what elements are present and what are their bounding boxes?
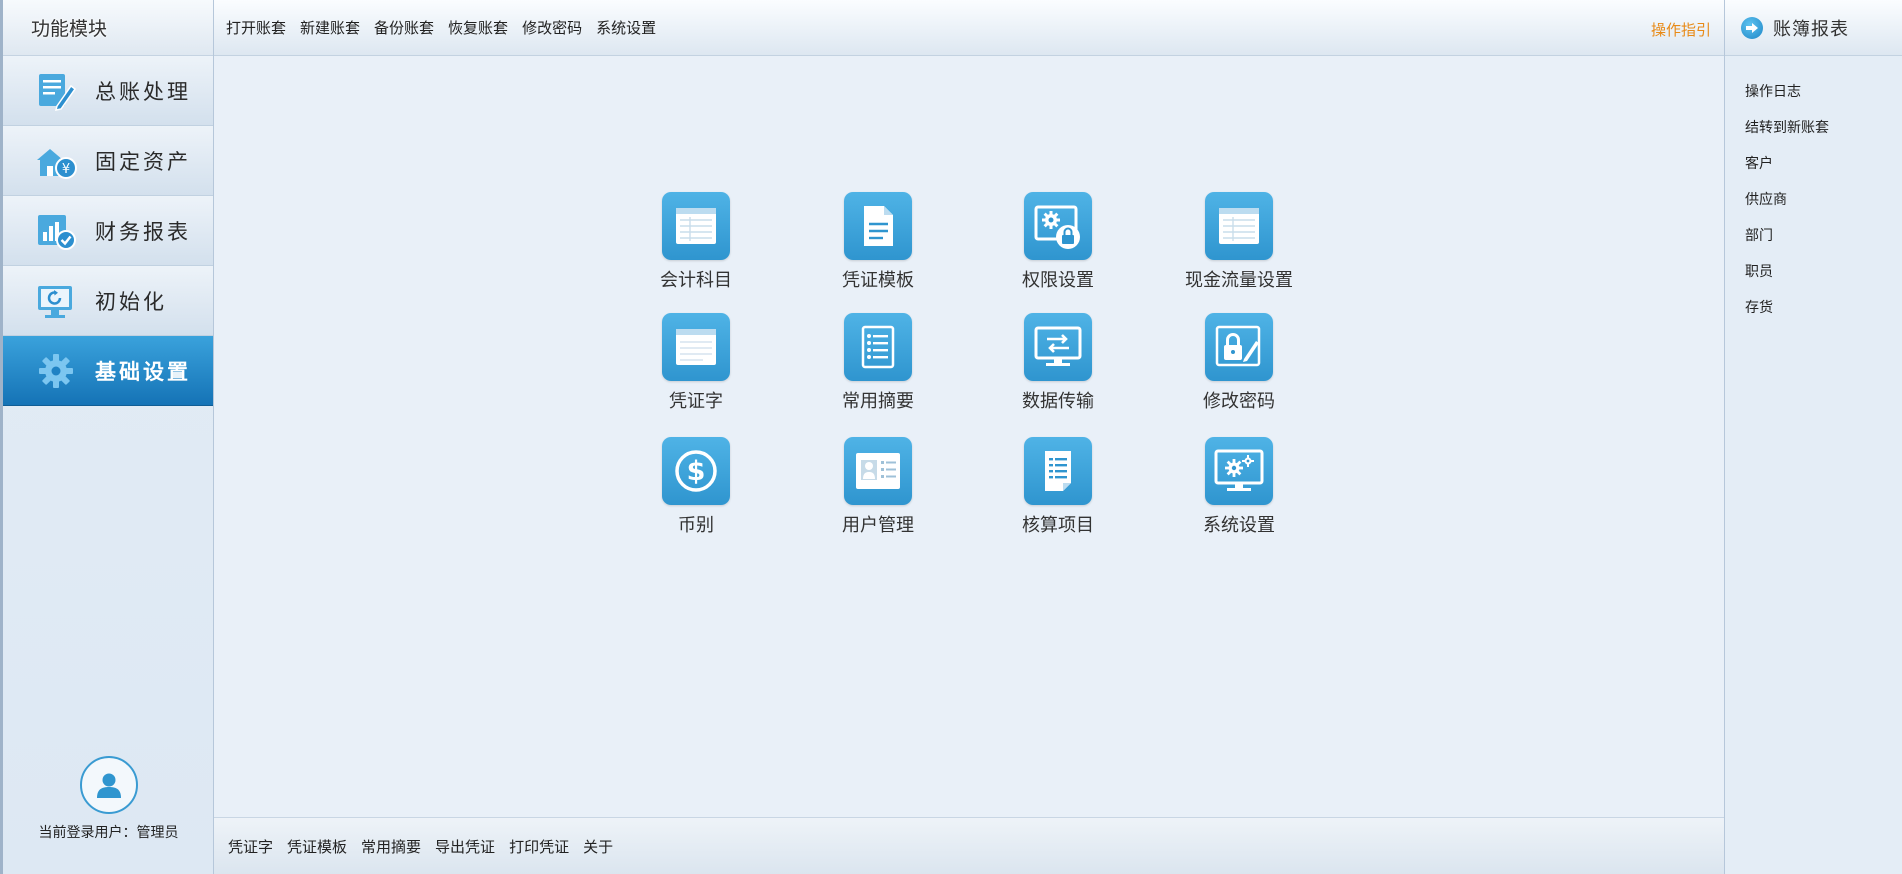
tile-permission-settings[interactable]: 权限设置 (988, 192, 1128, 302)
bottom-voucher-template[interactable]: 凭证模板 (287, 836, 347, 857)
top-toolbar: 打开账套 新建账套 备份账套 恢复账套 修改密码 系统设置 操作指引 (214, 0, 1724, 56)
tile-label: 现金流量设置 (1185, 270, 1293, 291)
tile-cashflow-settings[interactable]: 现金流量设置 (1169, 192, 1309, 302)
right-panel-title: 账簿报表 (1773, 18, 1849, 40)
operation-guide-link[interactable]: 操作指引 (1651, 19, 1711, 40)
tile-currency[interactable]: $ 币别 (626, 437, 766, 547)
module-basic-settings[interactable]: 基础设置 (3, 336, 213, 406)
avatar[interactable] (79, 756, 138, 814)
tile-label: 用户管理 (842, 515, 914, 536)
rp-item-supplier[interactable]: 供应商 (1745, 182, 1902, 218)
right-panel: 账簿报表 操作日志 结转到新账套 客户 供应商 部门 职员 存货 (1724, 0, 1902, 874)
password-lock-icon (1205, 313, 1273, 381)
user-icon (96, 773, 121, 798)
module-initialization[interactable]: 初始化 (3, 266, 213, 336)
tile-data-transfer[interactable]: 数据传输 (988, 313, 1128, 423)
function-grid: 会计科目 凭证模板 权限设置 现金流量设置 凭证字 常用摘要 数据传输 修改密码… (214, 57, 1724, 817)
fixed-asset-icon: ¥ (33, 138, 79, 184)
tile-voucher-word[interactable]: 凭证字 (626, 313, 766, 423)
tile-label: 常用摘要 (842, 391, 914, 412)
tile-label: 凭证模板 (842, 270, 914, 291)
ledger-edit-icon (33, 68, 79, 114)
rp-item-customer[interactable]: 客户 (1745, 146, 1902, 182)
module-label: 财务报表 (95, 219, 191, 244)
bottom-print-voucher[interactable]: 打印凭证 (509, 836, 569, 857)
tile-common-summary[interactable]: 常用摘要 (808, 313, 948, 423)
module-general-ledger[interactable]: 总账处理 (3, 56, 213, 126)
data-transfer-icon (1024, 313, 1092, 381)
voucher-template-icon (844, 192, 912, 260)
right-panel-header[interactable]: 账簿报表 (1725, 0, 1902, 56)
current-user-label: 当前登录用户：管理员 (38, 825, 179, 841)
toolbar-new-account-set[interactable]: 新建账套 (300, 17, 360, 38)
report-chart-icon (33, 208, 79, 254)
voucher-word-icon (662, 313, 730, 381)
module-label: 基础设置 (95, 358, 191, 384)
tile-label: 凭证字 (669, 391, 723, 412)
tile-account-subjects[interactable]: 会计科目 (626, 192, 766, 302)
bottom-voucher-word[interactable]: 凭证字 (228, 836, 273, 857)
module-financial-reports[interactable]: 财务报表 (3, 196, 213, 266)
bottom-toolbar: 凭证字 凭证模板 常用摘要 导出凭证 打印凭证 关于 (214, 817, 1724, 874)
system-settings-icon (1205, 437, 1273, 505)
tile-label: 修改密码 (1203, 391, 1275, 412)
sidebar-title: 功能模块 (31, 18, 108, 40)
currency-icon: $ (662, 437, 730, 505)
bottom-about[interactable]: 关于 (583, 836, 613, 857)
tile-label: 会计科目 (660, 270, 732, 291)
rp-item-employee[interactable]: 职员 (1745, 254, 1902, 290)
bottom-common-summary[interactable]: 常用摘要 (361, 836, 421, 857)
arrow-right-icon (1741, 16, 1763, 39)
summary-list-icon (844, 313, 912, 381)
sidebar-header: 功能模块 (3, 0, 213, 56)
sidebar: 功能模块 总账处理 ¥ 固定资产 财务报表 初始化 基础设置 当前登录用户：管理… (0, 0, 214, 874)
gear-icon (33, 348, 79, 394)
bottom-export-voucher[interactable]: 导出凭证 (435, 836, 495, 857)
permission-lock-icon (1024, 192, 1092, 260)
tile-system-settings[interactable]: 系统设置 (1169, 437, 1309, 547)
module-fixed-assets[interactable]: ¥ 固定资产 (3, 126, 213, 196)
right-panel-list: 操作日志 结转到新账套 客户 供应商 部门 职员 存货 (1725, 56, 1902, 326)
cashflow-table-icon (1205, 192, 1273, 260)
tile-label: 权限设置 (1022, 270, 1094, 291)
svg-text:¥: ¥ (62, 162, 70, 177)
tile-label: 核算项目 (1022, 515, 1094, 536)
tile-label: 币别 (678, 515, 714, 536)
toolbar-system-settings[interactable]: 系统设置 (596, 17, 656, 38)
rp-item-carry-forward[interactable]: 结转到新账套 (1745, 110, 1902, 146)
toolbar-change-password[interactable]: 修改密码 (522, 17, 582, 38)
module-label: 总账处理 (95, 79, 191, 104)
rp-item-department[interactable]: 部门 (1745, 218, 1902, 254)
tile-label: 系统设置 (1203, 515, 1275, 536)
tile-label: 数据传输 (1022, 391, 1094, 412)
monitor-refresh-icon (33, 278, 79, 324)
tile-accounting-items[interactable]: 核算项目 (988, 437, 1128, 547)
toolbar-restore-account-set[interactable]: 恢复账套 (448, 17, 508, 38)
user-card-icon (844, 437, 912, 505)
svg-text:$: $ (687, 456, 706, 487)
module-label: 初始化 (95, 289, 167, 314)
rp-item-inventory[interactable]: 存货 (1745, 290, 1902, 326)
current-user-area: 当前登录用户：管理员 (3, 754, 214, 874)
accounting-item-icon (1024, 437, 1092, 505)
tile-change-password[interactable]: 修改密码 (1169, 313, 1309, 423)
tile-user-management[interactable]: 用户管理 (808, 437, 948, 547)
toolbar-backup-account-set[interactable]: 备份账套 (374, 17, 434, 38)
rp-item-operation-log[interactable]: 操作日志 (1745, 74, 1902, 110)
account-table-icon (662, 192, 730, 260)
module-label: 固定资产 (95, 149, 191, 174)
tile-voucher-template[interactable]: 凭证模板 (808, 192, 948, 302)
toolbar-open-account-set[interactable]: 打开账套 (226, 17, 286, 38)
